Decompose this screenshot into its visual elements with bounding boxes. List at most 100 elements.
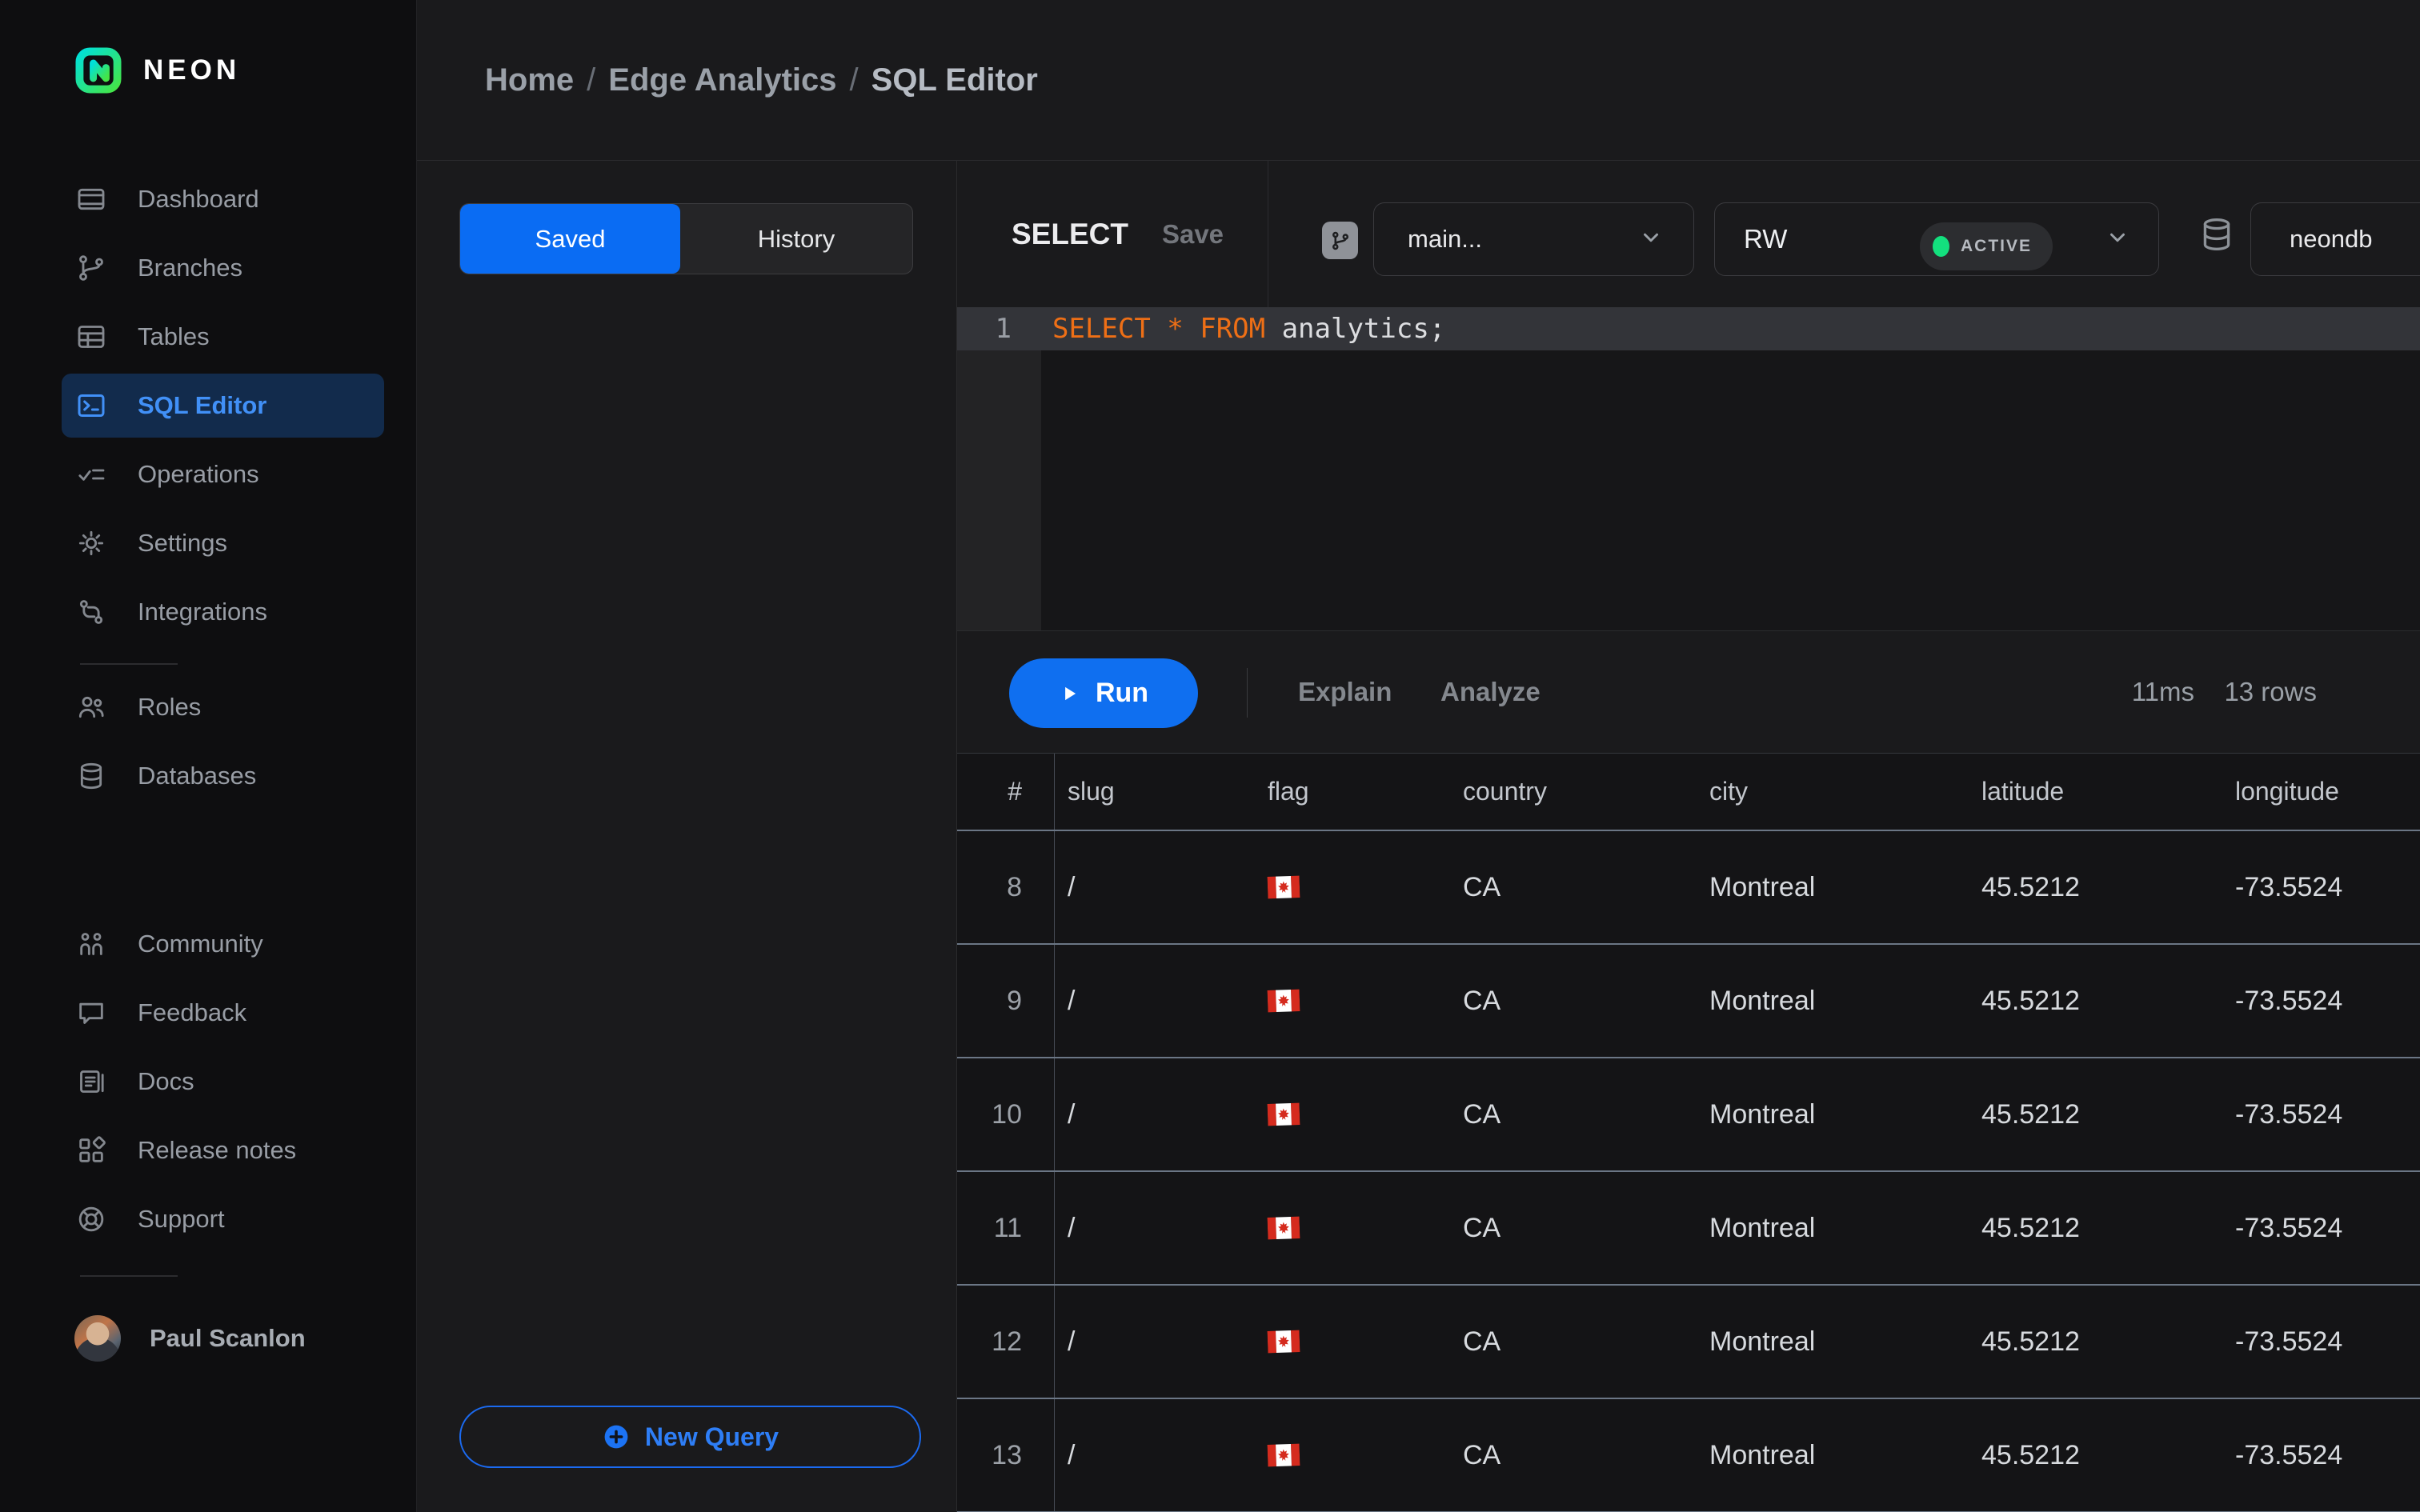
cell-city: Montreal — [1697, 986, 1969, 1017]
sidebar-item-sql-editor[interactable]: SQL Editor — [62, 374, 384, 438]
table-row[interactable]: 13 / CA Montreal 45.5212 -73.5524 — [957, 1399, 2420, 1512]
cell-slug: / — [1055, 1326, 1255, 1358]
sidebar-item-branches[interactable]: Branches — [62, 236, 384, 300]
analyze-button[interactable]: Analyze — [1440, 631, 1541, 753]
sidebar-item-label: SQL Editor — [138, 391, 266, 420]
sql-keyword: SELECT * FROM — [1052, 313, 1265, 345]
cell-longitude: -73.5524 — [2222, 1440, 2420, 1471]
editor-toolbar: SELECT Save main... RW ACTIVE — [957, 161, 2420, 307]
run-button[interactable]: Run — [1009, 658, 1198, 728]
run-label: Run — [1096, 678, 1148, 709]
gear-icon — [74, 526, 108, 560]
breadcrumb-separator: / — [850, 62, 859, 98]
sidebar-item-label: Tables — [138, 322, 210, 351]
sidebar-item-release-notes[interactable]: Release notes — [62, 1118, 384, 1182]
column-header-slug[interactable]: slug — [1055, 777, 1255, 806]
canada-flag-icon — [1267, 1216, 1300, 1240]
table-row[interactable]: 9 / CA Montreal 45.5212 -73.5524 — [957, 945, 2420, 1058]
sidebar-item-roles[interactable]: Roles — [62, 675, 384, 739]
compute-select-value: RW — [1744, 224, 1787, 254]
sidebar-item-label: Branches — [138, 254, 242, 282]
column-header-flag[interactable]: flag — [1255, 777, 1450, 806]
cell-slug: / — [1055, 1213, 1255, 1244]
tab-saved[interactable]: Saved — [460, 204, 680, 274]
cell-slug: / — [1055, 872, 1255, 903]
cell-longitude: -73.5524 — [2222, 872, 2420, 903]
cell-latitude: 45.5212 — [1969, 1099, 2222, 1130]
compute-select[interactable]: RW ACTIVE — [1714, 202, 2159, 276]
save-button[interactable]: Save — [1162, 219, 1224, 250]
results-table: # slug flag country city latitude longit… — [957, 753, 2420, 1512]
canada-flag-icon — [1267, 1443, 1300, 1467]
sidebar-item-label: Databases — [138, 762, 256, 790]
column-header-longitude[interactable]: longitude — [2222, 777, 2420, 806]
neon-logo-icon — [74, 46, 122, 94]
sidebar-item-settings[interactable]: Settings — [62, 511, 384, 575]
sidebar-item-feedback[interactable]: Feedback — [62, 981, 384, 1045]
sidebar-item-tables[interactable]: Tables — [62, 305, 384, 369]
sidebar-item-dashboard[interactable]: Dashboard — [62, 167, 384, 231]
sidebar-item-integrations[interactable]: Integrations — [62, 580, 384, 644]
cell-slug: / — [1055, 986, 1255, 1017]
user-menu[interactable]: Paul Scanlon — [74, 1315, 416, 1362]
canada-flag-icon — [1267, 989, 1300, 1013]
cell-flag — [1255, 989, 1450, 1013]
query-name: SELECT — [1012, 218, 1128, 251]
cell-num: 12 — [957, 1286, 1055, 1398]
sidebar-item-label: Feedback — [138, 998, 246, 1027]
checklist-icon — [74, 458, 108, 491]
cell-city: Montreal — [1697, 1213, 1969, 1244]
breadcrumb-home[interactable]: Home — [485, 62, 574, 98]
active-status-dot — [1933, 236, 1949, 257]
breadcrumb-separator: / — [587, 62, 595, 98]
sql-editor-panel: SELECT Save main... RW ACTIVE — [957, 161, 2420, 1512]
column-header-city[interactable]: city — [1697, 777, 1969, 806]
breadcrumb-project[interactable]: Edge Analytics — [608, 62, 836, 98]
cell-slug: / — [1055, 1099, 1255, 1130]
cell-longitude: -73.5524 — [2222, 1326, 2420, 1358]
editor-gutter — [957, 307, 1041, 630]
neon-logo[interactable]: NEON — [74, 46, 240, 94]
column-header-num[interactable]: # — [957, 754, 1055, 830]
sidebar-item-label: Community — [138, 930, 263, 958]
sidebar-item-label: Operations — [138, 460, 259, 489]
community-icon — [74, 927, 108, 961]
database-icon — [74, 759, 108, 793]
code-editor[interactable]: 1 SELECT * FROM analytics; — [957, 307, 2420, 630]
canada-flag-icon — [1267, 875, 1300, 899]
release-notes-icon — [74, 1134, 108, 1167]
sidebar-item-docs[interactable]: Docs — [62, 1050, 384, 1114]
sidebar-item-community[interactable]: Community — [62, 912, 384, 976]
sidebar: NEON Dashboard Branches Tables — [0, 0, 417, 1512]
tab-history[interactable]: History — [680, 204, 912, 274]
table-row[interactable]: 10 / CA Montreal 45.5212 -73.5524 — [957, 1058, 2420, 1172]
table-row[interactable]: 8 / CA Montreal 45.5212 -73.5524 — [957, 831, 2420, 945]
database-select[interactable]: neondb — [2250, 202, 2420, 276]
explain-button[interactable]: Explain — [1298, 631, 1392, 753]
breadcrumb-current: SQL Editor — [871, 62, 1038, 98]
line-number: 1 — [957, 313, 1012, 345]
cell-country: CA — [1450, 986, 1697, 1017]
column-header-latitude[interactable]: latitude — [1969, 777, 2222, 806]
cell-flag — [1255, 875, 1450, 899]
sidebar-item-label: Integrations — [138, 598, 267, 626]
cell-num: 13 — [957, 1399, 1055, 1511]
sidebar-item-databases[interactable]: Databases — [62, 744, 384, 808]
branch-button[interactable] — [1322, 222, 1358, 259]
table-row[interactable]: 12 / CA Montreal 45.5212 -73.5524 — [957, 1286, 2420, 1399]
cell-num: 11 — [957, 1172, 1055, 1284]
cell-country: CA — [1450, 872, 1697, 903]
database-icon — [2197, 209, 2237, 264]
cell-num: 9 — [957, 945, 1055, 1057]
cell-city: Montreal — [1697, 872, 1969, 903]
column-header-country[interactable]: country — [1450, 777, 1697, 806]
sidebar-item-operations[interactable]: Operations — [62, 442, 384, 506]
canada-flag-icon — [1267, 1330, 1300, 1354]
branch-select[interactable]: main... — [1373, 202, 1694, 276]
sidebar-item-support[interactable]: Support — [62, 1187, 384, 1251]
speech-bubble-icon — [74, 996, 108, 1030]
cell-latitude: 45.5212 — [1969, 1326, 2222, 1358]
new-query-button[interactable]: New Query — [459, 1406, 921, 1468]
table-row[interactable]: 11 / CA Montreal 45.5212 -73.5524 — [957, 1172, 2420, 1286]
cell-country: CA — [1450, 1099, 1697, 1130]
